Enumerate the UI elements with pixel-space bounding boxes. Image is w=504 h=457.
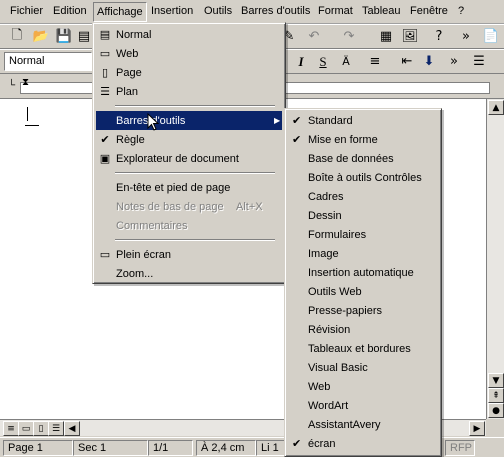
list-icon[interactable]: ☰ xyxy=(470,53,488,70)
document-map-icon: ▣ xyxy=(99,151,111,165)
menu-affichage[interactable]: Affichage xyxy=(93,2,147,22)
toolbars-submenu: ✔ Standard ✔ Mise en forme Base de données… xyxy=(284,108,442,457)
toolbar-item-formulaires[interactable]: Formulaires xyxy=(288,225,440,244)
new-document-icon[interactable]: 🗋 xyxy=(8,28,26,45)
save-icon[interactable]: 💾 xyxy=(55,28,73,45)
menu-help[interactable]: ? xyxy=(458,5,464,17)
undo-icon[interactable]: ↶ xyxy=(305,28,323,45)
menu-edition[interactable]: Edition xyxy=(53,5,87,17)
toolbar-item-assistant-avery[interactable]: AssistantAvery xyxy=(288,415,440,434)
menu-format[interactable]: Format xyxy=(318,5,353,17)
menu-insertion[interactable]: Insertion xyxy=(151,5,193,17)
more-buttons-icon[interactable]: » xyxy=(445,53,463,70)
status-pages: 1/1 xyxy=(148,440,193,456)
toolbar-item-base-de-donnees[interactable]: Base de données xyxy=(288,149,440,168)
menu-item-explorateur[interactable]: ▣ Explorateur de document xyxy=(96,149,282,168)
vertical-scrollbar[interactable]: ▲ ▼ ⇞ ● xyxy=(486,99,504,419)
toolbar-item-insertion-auto[interactable]: Insertion automatique xyxy=(288,263,440,282)
page-view-icon: ▯ xyxy=(101,65,109,79)
more-buttons-icon[interactable]: » xyxy=(457,28,475,45)
submenu-arrow-icon: ▶ xyxy=(274,116,281,125)
toolbar-item-visual-basic[interactable]: Visual Basic xyxy=(288,358,440,377)
picture-icon[interactable]: 🖼 xyxy=(401,28,419,45)
text-effects-icon[interactable]: Ä xyxy=(337,53,355,70)
menu-item-web[interactable]: ▭ Web xyxy=(96,44,282,63)
status-rfp: RFP xyxy=(445,440,475,456)
end-of-document-marker xyxy=(25,125,39,126)
menu-item-notes[interactable]: Notes de bas de page Alt+X xyxy=(96,197,282,216)
menu-fenetre[interactable]: Fenêtre xyxy=(410,5,448,17)
toolbar-item-boite-controles[interactable]: Boîte à outils Contrôles xyxy=(288,168,440,187)
toolbar-item-tableaux-bordures[interactable]: Tableaux et bordures xyxy=(288,339,440,358)
toolbar-item-web[interactable]: Web xyxy=(288,377,440,396)
indent-icon[interactable]: ⇤ xyxy=(398,53,416,70)
menu-bar: Fichier Edition Affichage Insertion Outi… xyxy=(0,0,504,24)
toolbar-item-presse-papiers[interactable]: Presse-papiers xyxy=(288,301,440,320)
status-page: Page 1 xyxy=(3,440,73,456)
menu-item-commentaires[interactable]: Commentaires xyxy=(96,216,282,235)
outline-view-button[interactable]: ☰ xyxy=(48,421,64,436)
checkmark-icon: ✔ xyxy=(292,437,302,450)
menu-separator xyxy=(115,239,275,241)
previous-page-icon[interactable]: ⇞ xyxy=(488,388,504,403)
normal-view-button[interactable]: ≡ xyxy=(3,421,19,436)
normal-view-icon: ▤ xyxy=(99,27,111,41)
help-icon[interactable]: ? xyxy=(430,28,448,45)
affichage-menu: ▤ Normal ▭ Web ▯ Page ☰ Plan Barres d'outils… xyxy=(92,22,286,284)
menu-item-plan[interactable]: ☰ Plan xyxy=(96,82,282,101)
toolbar-item-ecran[interactable]: ✔ écran xyxy=(288,434,440,453)
toolbar-item-outils-web[interactable]: Outils Web xyxy=(288,282,440,301)
status-section: Sec 1 xyxy=(73,440,148,456)
scroll-left-icon[interactable]: ◀ xyxy=(64,421,80,436)
scroll-down-icon[interactable]: ▼ xyxy=(488,373,504,388)
menu-item-regle[interactable]: ✔ Règle xyxy=(96,130,282,149)
page-view-button[interactable]: ▯ xyxy=(33,421,49,436)
underline-icon[interactable]: S xyxy=(314,53,332,70)
table-icon[interactable]: ▦ xyxy=(377,28,395,45)
arrow-down-icon[interactable]: ⬇ xyxy=(420,53,438,70)
menu-fichier[interactable]: Fichier xyxy=(10,5,43,17)
italic-icon[interactable]: I xyxy=(292,53,310,70)
outline-view-icon: ☰ xyxy=(100,84,110,98)
checkmark-icon: ✔ xyxy=(292,133,302,146)
toolbar-item-dessin[interactable]: Dessin xyxy=(288,206,440,225)
indent-marker-icon[interactable]: ⧗ xyxy=(22,77,29,88)
open-folder-icon[interactable]: 📂 xyxy=(32,28,50,45)
toolbar-item-wordart[interactable]: WordArt xyxy=(288,396,440,415)
scroll-right-icon[interactable]: ▶ xyxy=(469,421,485,436)
checkmark-icon: ✔ xyxy=(292,114,302,127)
menu-item-page[interactable]: ▯ Page xyxy=(96,63,282,82)
text-cursor xyxy=(27,107,28,121)
web-view-icon: ▭ xyxy=(99,46,111,60)
scroll-up-icon[interactable]: ▲ xyxy=(488,100,504,115)
web-view-button[interactable]: ▭ xyxy=(18,421,34,436)
print-preview-icon[interactable]: 📄 xyxy=(482,28,500,45)
menu-separator xyxy=(115,172,275,174)
browse-object-icon[interactable]: ● xyxy=(488,403,504,418)
mouse-cursor-icon xyxy=(147,113,159,131)
toolbar-item-standard[interactable]: ✔ Standard xyxy=(288,111,440,130)
align-center-icon[interactable]: ≡ xyxy=(366,53,384,70)
checkmark-icon: ✔ xyxy=(100,132,110,146)
toolbar-item-cadres[interactable]: Cadres xyxy=(288,187,440,206)
menu-item-zoom[interactable]: Zoom... xyxy=(96,264,282,283)
toolbar-item-image[interactable]: Image xyxy=(288,244,440,263)
menu-item-normal[interactable]: ▤ Normal xyxy=(96,25,282,44)
style-select[interactable]: Normal xyxy=(4,52,92,71)
toolbar-item-mise-en-forme[interactable]: ✔ Mise en forme xyxy=(288,130,440,149)
menu-tableau[interactable]: Tableau xyxy=(362,5,401,17)
toolbar-item-revision[interactable]: Révision xyxy=(288,320,440,339)
menu-item-barres-outils[interactable]: Barres d'outils ▶ xyxy=(96,111,282,130)
print-icon[interactable]: ▤ xyxy=(75,28,93,45)
redo-icon[interactable]: ↷ xyxy=(340,28,358,45)
menu-item-plein-ecran[interactable]: ▭ Plein écran xyxy=(96,245,282,264)
menu-outils[interactable]: Outils xyxy=(204,5,232,17)
full-screen-icon: ▭ xyxy=(99,247,111,261)
status-position: À 2,4 cm xyxy=(196,440,256,456)
menu-item-entete[interactable]: En-tête et pied de page xyxy=(96,178,282,197)
menu-barres-outils[interactable]: Barres d'outils xyxy=(241,5,310,17)
menu-separator xyxy=(115,105,275,107)
tab-stop-icon[interactable]: └ xyxy=(8,80,15,91)
